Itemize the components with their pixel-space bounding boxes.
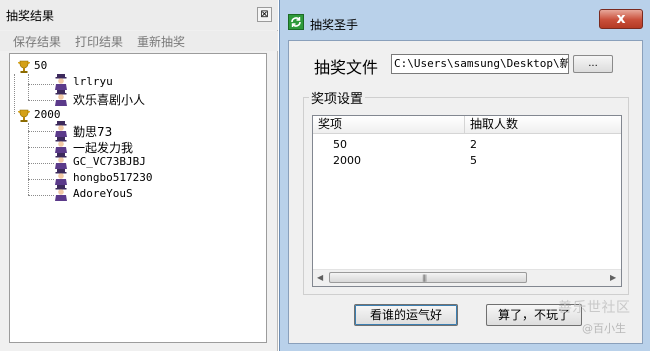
file-path-field[interactable]: C:\Users\samsung\Desktop\新建	[391, 54, 569, 74]
winner-name[interactable]: hongbo517230	[73, 171, 152, 184]
winner-avatar-icon	[55, 90, 67, 106]
column-header-count[interactable]: 抽取人数	[465, 116, 621, 134]
winner-avatar-icon	[55, 74, 67, 90]
results-tree[interactable]: 50 lrlryu 欢乐喜剧小人 2000 勤思73 一起发力我 GC_VC73…	[9, 53, 267, 343]
winner-avatar-icon	[55, 169, 67, 185]
tree-connector	[28, 84, 54, 85]
tree-connector	[28, 123, 29, 195]
scroll-left-icon[interactable]: ◀	[317, 273, 323, 282]
prize-settings-title: 奖项设置	[309, 88, 366, 107]
scroll-right-icon[interactable]: ▶	[610, 273, 616, 282]
winner-name[interactable]: AdoreYouS	[73, 187, 133, 200]
tree-connector	[28, 100, 54, 101]
winner-name[interactable]: lrlryu	[73, 75, 113, 88]
horizontal-scrollbar[interactable]: ◀ ||| ▶	[313, 269, 621, 286]
results-menu-bar: 保存结果 打印结果 重新抽奖	[0, 31, 278, 51]
count-cell: 5	[470, 154, 477, 167]
grip-icon: |||	[422, 274, 427, 282]
dialog-title-bar: 抽奖圣手 x	[280, 0, 650, 40]
browse-button[interactable]: ...	[573, 55, 613, 73]
menu-redraw[interactable]: 重新抽奖	[137, 33, 185, 50]
tree-connector	[28, 74, 29, 100]
column-header-prize[interactable]: 奖项	[313, 116, 465, 134]
trophy-icon	[18, 60, 30, 73]
close-button[interactable]: x	[599, 9, 643, 29]
watermark: 善乐世社区	[558, 300, 631, 316]
winner-name[interactable]: 一起发力我	[73, 139, 133, 156]
prize-cell: 50	[333, 138, 347, 151]
winner-name[interactable]: 欢乐喜剧小人	[73, 91, 145, 108]
winner-avatar-icon	[55, 137, 67, 153]
prize-cell: 2000	[333, 154, 361, 167]
prize-group-label[interactable]: 2000	[34, 108, 61, 121]
file-label: 抽奖文件	[314, 58, 379, 77]
trophy-icon	[18, 109, 30, 122]
watermark-author: @百小生	[582, 322, 626, 335]
prize-list[interactable]: 奖项 抽取人数 50 2 2000 5 ◀ ||| ▶	[312, 115, 622, 287]
count-cell: 2	[470, 138, 477, 151]
tree-connector	[28, 179, 54, 180]
dialog-title: 抽奖圣手	[310, 18, 359, 32]
tree-connector	[28, 163, 54, 164]
winner-avatar-icon	[55, 185, 67, 201]
menu-save-results[interactable]: 保存结果	[13, 33, 61, 50]
results-title-bar: 抽奖结果 ⊠	[0, 0, 278, 30]
tree-connector	[14, 74, 15, 114]
app-icon	[288, 14, 304, 30]
lottery-results-panel: 抽奖结果 ⊠ 保存结果 打印结果 重新抽奖 50 lrlryu 欢乐喜剧小人 2…	[0, 0, 278, 351]
tree-connector	[28, 195, 54, 196]
close-icon[interactable]: ⊠	[257, 7, 272, 22]
winner-avatar-icon	[55, 121, 67, 137]
tree-connector	[28, 147, 54, 148]
prize-group-label[interactable]: 50	[34, 59, 47, 72]
start-draw-button[interactable]: 看谁的运气好	[354, 304, 458, 326]
results-title: 抽奖结果	[6, 9, 55, 23]
scroll-thumb[interactable]: |||	[329, 272, 527, 283]
menu-print-results[interactable]: 打印结果	[75, 33, 123, 50]
winner-name[interactable]: 勤思73	[73, 123, 112, 140]
tree-connector	[28, 131, 54, 132]
winner-name[interactable]: GC_VC73BJBJ	[73, 155, 146, 168]
winner-avatar-icon	[55, 153, 67, 169]
